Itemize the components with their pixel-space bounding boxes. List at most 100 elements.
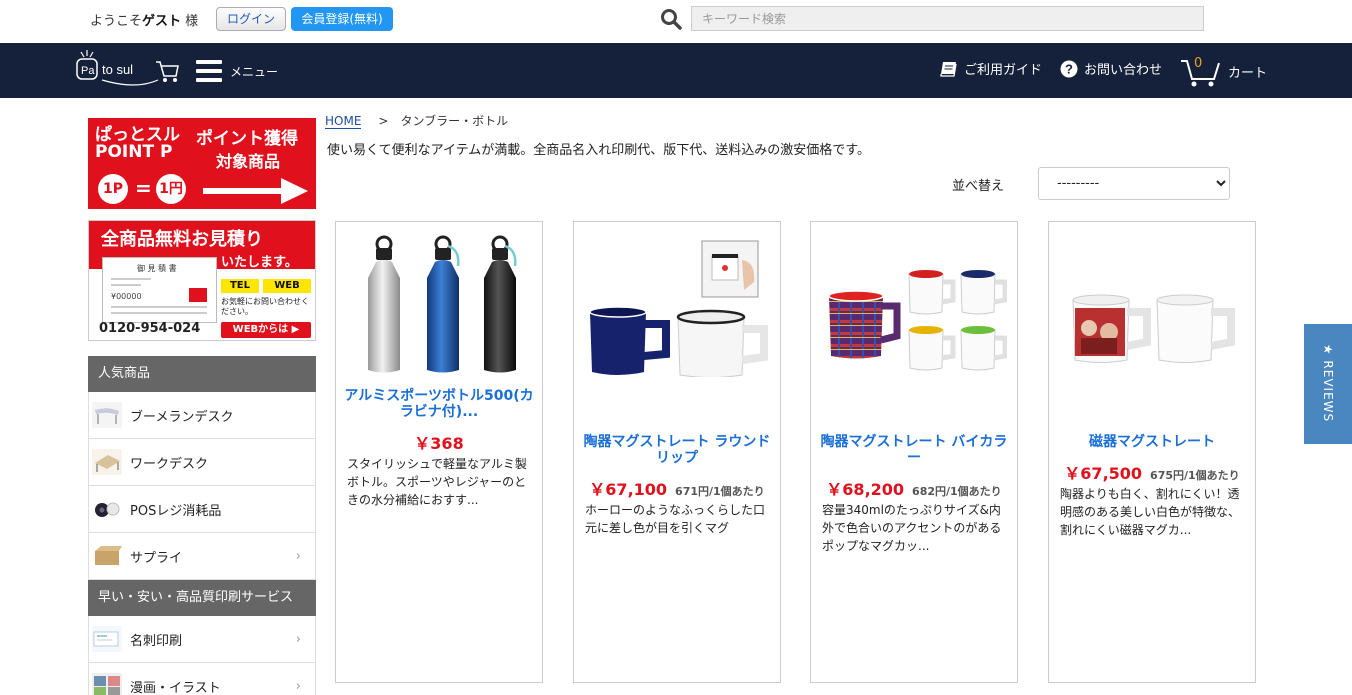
product-card-porcelain-mug[interactable]: 磁器マグストレート ￥67,500 675円/1個あたり 陶器よりも白く、割れにく… [1048,221,1256,683]
breadcrumb-home-link[interactable]: HOME [325,114,362,129]
cart-link[interactable]: 0 カート [1180,53,1267,89]
estimate-heading: 全商品無料お見積り [101,229,263,250]
svg-text:Pa: Pa [81,65,95,77]
sidebar-item-label: サプライ [130,550,183,566]
product-description: 陶器よりも白く、割れにくい！透明感のある美しい白色が特徴な、割れにくい磁器マグカ… [1060,487,1241,537]
main-navbar: Pa to sul メニュー ご利用ガイド ? お問い合わせ 0 カート [0,43,1352,98]
svg-text:to sul: to sul [102,62,133,77]
welcome-suffix: 様 [181,14,199,29]
bicolor-mug-image [828,270,1007,371]
login-button[interactable]: ログイン [216,7,286,31]
sidebar-item-pos-supplies[interactable]: POSレジ消耗品 [88,486,316,533]
yen-coin: 1円 [156,174,186,204]
chevron-right-icon: › [295,548,301,564]
estimate-note: お気軽にお問い合わせください。 [221,297,309,316]
cart-count: 0 [1194,56,1203,71]
work-desk-thumbnail [92,449,122,475]
product-price-row: ￥368 [336,430,542,454]
guide-label: ご利用ガイド [964,63,1043,78]
desk-thumbnail [92,402,122,428]
sidebar-item-business-cards[interactable]: 名刺印刷 › [88,616,316,663]
product-price: ￥67,100 [589,480,668,499]
tel-label: TEL [221,279,259,293]
breadcrumb-separator: > [378,114,389,128]
site-logo[interactable]: Pa to sul [76,50,180,90]
contact-label: お問い合わせ [1084,63,1163,78]
product-price-row: ￥68,200 682円/1個あたり [811,476,1017,500]
estimate-subheading: いたします。 [221,255,298,270]
product-price: ￥67,500 [1064,464,1143,483]
banner-point-line2: POINT P [95,142,173,162]
product-title[interactable]: 磁器マグストレート [1057,434,1247,450]
guide-link[interactable]: ご利用ガイド [940,59,1042,78]
banner-point-line3: ポイント獲得 [196,129,298,149]
sidebar-item-work-desk[interactable]: ワークデスク [88,439,316,486]
chevron-right-icon: › [295,678,301,694]
estimate-document-image: 御 見 積 書 ¥00000 [102,257,217,323]
menu-label: メニュー [230,64,279,79]
manga-thumbnail [92,673,122,695]
product-card-aluminum-bottle[interactable]: アルミスポーツボトル500(カラビナ付)... ￥368 スタイリッシュで軽量な… [335,221,543,683]
sidebar-item-manga-illustration[interactable]: 漫画・イラスト › [88,663,316,695]
welcome-user: ゲスト [142,14,182,29]
product-price: ￥68,200 [826,480,905,499]
sort-select[interactable]: --------- [1038,167,1230,200]
free-estimate-banner[interactable]: 全商品無料お見積り いたします。 御 見 積 書 ¥00000 TEL WEB … [88,220,316,341]
web-label: WEB [263,279,311,293]
product-price-row: ￥67,100 671円/1個あたり [574,476,780,500]
reviews-tab[interactable]: ★ REVIEWS [1304,324,1352,444]
product-title[interactable]: 陶器マグストレート ラウンドリップ [582,434,772,466]
register-button[interactable]: 会員登録(無料) [291,7,393,31]
sidebar-item-label: 名刺印刷 [130,633,183,649]
banner-point-line4: 対象商品 [216,152,281,171]
reviews-tab-label: ★ REVIEWS [1321,343,1335,423]
pos-roll-thumbnail [92,496,122,522]
menu-icon [196,60,222,82]
product-title[interactable]: 陶器マグストレート バイカラー [819,434,1009,466]
book-icon [940,61,957,77]
round-lip-mug-image [589,240,768,377]
product-price: ￥368 [414,434,464,453]
welcome-prefix: ようこそ [90,14,143,29]
product-title[interactable]: アルミスポーツボトル500(カラビナ付)... [344,388,534,420]
search-icon[interactable] [660,8,682,30]
print-services-header: 早い・安い・高品質印刷サービス [88,580,316,616]
sidebar-item-label: 漫画・イラスト [130,680,221,695]
product-description: スタイリッシュで軽量なアルミ製ボトル。スポーツやレジャーのときの水分補給におすす… [347,457,527,507]
cart-label: カート [1228,65,1268,81]
sidebar-item-label: ブーメランデスク [130,409,234,425]
breadcrumb-current: タンブラー・ボトル [400,114,509,128]
aluminum-bottle-image [368,235,517,373]
top-utility-bar: ようこそゲスト 様 ログイン 会員登録(無料) [0,0,1352,43]
contact-link[interactable]: ? お問い合わせ [1060,59,1162,78]
product-price-row: ￥67,500 675円/1個あたり [1049,460,1255,484]
menu-button[interactable]: メニュー [196,57,278,85]
product-unit-price: 671円/1個あたり [675,485,765,498]
product-unit-price: 682円/1個あたり [912,485,1002,498]
question-icon: ? [1060,60,1078,77]
product-description: ホーローのようなふっくらした口元に差し色が目を引くマグ [585,503,766,535]
welcome-text: ようこそゲスト 様 [90,10,198,29]
breadcrumb: HOME > タンブラー・ボトル [325,112,508,129]
business-card-thumbnail [92,626,122,652]
sidebar-item-label: POSレジ消耗品 [130,503,222,519]
product-card-bicolor-mug[interactable]: 陶器マグストレート バイカラー ￥68,200 682円/1個あたり 容量340m… [810,221,1018,683]
sidebar-item-label: ワークデスク [130,456,209,472]
chevron-right-icon: › [295,631,301,647]
product-description: 容量340mlのたっぷりサイズ&内外で色合いのアクセントのがあるポップなマグカッ… [822,503,1002,553]
category-description: 使い易くて便利なアイテムが満載。全商品名入れ印刷代、版下代、送料込みの激安価格で… [327,143,871,158]
porcelain-mug-image [1072,294,1235,363]
sidebar-item-boomerang-desk[interactable]: ブーメランデスク [88,392,316,439]
supply-box-thumbnail [92,543,122,569]
equals-sign: = [135,176,152,200]
product-unit-price: 675円/1個あたり [1150,469,1240,482]
search-input[interactable] [691,6,1204,31]
svg-text:?: ? [1065,61,1073,76]
product-card-round-lip-mug[interactable]: 陶器マグストレート ラウンドリップ ￥67,100 671円/1個あたり ホーロー… [573,221,781,683]
estimate-doc-amount: ¥00000 [111,292,142,301]
point-campaign-banner[interactable]: ぱっとスル POINT P ポイント獲得 対象商品 1P = 1円 [88,118,316,209]
point-coin: 1P [98,174,128,204]
sidebar-item-supply[interactable]: サプライ › [88,533,316,580]
web-estimate-button[interactable]: WEBからは ▶ [221,322,311,338]
cart-icon: 0 [1180,53,1222,89]
